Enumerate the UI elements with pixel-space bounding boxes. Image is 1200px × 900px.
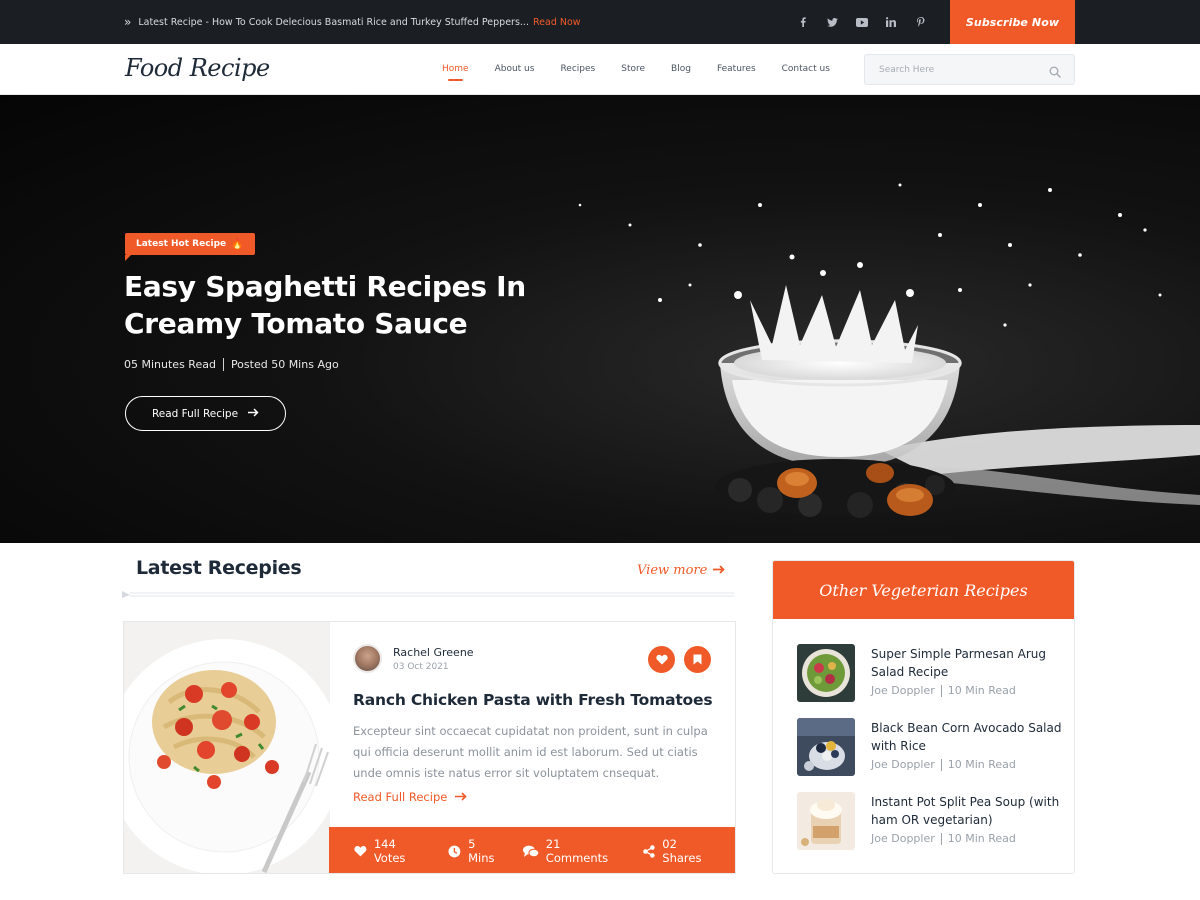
sidebar-recipe-title[interactable]: Super Simple Parmesan Arug Salad Recipe: [871, 645, 1067, 681]
posted-time: Posted 50 Mins Ago: [230, 358, 339, 371]
vegetarian-recipes-sidebar: Other Vegeterian Recipes Super Simple Pa…: [772, 560, 1075, 874]
social-links: [788, 13, 936, 31]
sidebar-recipe-item[interactable]: Black Bean Corn Avocado Salad with Rice …: [797, 718, 1067, 776]
salad-thumbnail: [797, 644, 855, 702]
comments-icon: [523, 845, 539, 857]
recipe-excerpt: Excepteur sint occaecat cupidatat non pr…: [353, 724, 708, 780]
arrow-right-icon: [455, 790, 467, 804]
sidebar-recipe-item[interactable]: Instant Pot Split Pea Soup (with ham OR …: [797, 792, 1067, 850]
nav-blog[interactable]: Blog: [671, 64, 691, 74]
votes-count: 144 Votes: [373, 837, 406, 865]
site-logo[interactable]: Food Recipe: [125, 54, 270, 82]
search-icon[interactable]: [1049, 63, 1061, 82]
recipe-read-time: 10 Min Read: [947, 832, 1016, 845]
nav-recipes[interactable]: Recipes: [560, 64, 595, 74]
news-text: Latest Recipe - How To Cook Delecious Ba…: [138, 16, 529, 28]
share-icon: [643, 844, 656, 858]
read-now-link[interactable]: Read Now: [533, 17, 581, 28]
post-date: 03 Oct 2021: [393, 661, 449, 672]
main-navbar: Food Recipe Home About us Recipes Store …: [0, 44, 1200, 95]
meta-divider: [940, 758, 942, 771]
sidebar-recipe-meta: Joe Doppler 10 Min Read: [871, 758, 1016, 771]
recipe-read-time: 10 Min Read: [947, 684, 1016, 697]
shares-stat[interactable]: 02 Shares: [643, 837, 719, 865]
search-input[interactable]: [879, 55, 1039, 84]
time-value: 5 Mins: [468, 837, 495, 865]
latest-news-ticker: » Latest Recipe - How To Cook Delecious …: [124, 0, 581, 44]
heart-icon: [354, 845, 367, 857]
time-stat: 5 Mins: [448, 837, 505, 865]
card-actions: [648, 646, 711, 673]
recipe-title[interactable]: Ranch Chicken Pasta with Fresh Tomatoes: [353, 691, 713, 709]
comments-count: 21 Comments: [545, 837, 609, 865]
top-bar: » Latest Recipe - How To Cook Delecious …: [0, 0, 1200, 44]
heart-icon[interactable]: [648, 646, 675, 673]
recipe-stats-bar: 144 Votes 5 Mins 21 Comments 02 Shares: [329, 827, 735, 873]
badge-label: Latest Hot Recipe: [136, 239, 227, 249]
search-box: [864, 54, 1075, 85]
recipe-author: Joe Doppler: [871, 758, 935, 771]
subscribe-button[interactable]: Subscribe Now: [950, 0, 1075, 44]
nav-store[interactable]: Store: [621, 64, 645, 74]
pea-soup-thumbnail: [797, 792, 855, 850]
twitter-icon[interactable]: [818, 13, 848, 31]
clock-icon: [448, 845, 461, 857]
pinterest-icon[interactable]: [906, 13, 936, 31]
meta-divider: [222, 358, 224, 371]
author-block[interactable]: Rachel Greene 03 Oct 2021: [353, 644, 474, 673]
section-divider: [122, 591, 734, 598]
view-more-label: View more: [637, 563, 708, 578]
sidebar-recipe-item[interactable]: Super Simple Parmesan Arug Salad Recipe …: [797, 644, 1067, 702]
nav-features[interactable]: Features: [717, 64, 756, 74]
fire-icon: 🔥: [231, 238, 244, 250]
main-menu: Home About us Recipes Store Blog Feature…: [430, 44, 830, 94]
arrow-right-icon: [713, 563, 726, 578]
sidebar-recipe-meta: Joe Doppler 10 Min Read: [871, 684, 1016, 697]
facebook-icon[interactable]: [788, 13, 818, 31]
sidebar-recipe-meta: Joe Doppler 10 Min Read: [871, 832, 1016, 845]
hero-meta: 05 Minutes Read Posted 50 Mins Ago: [124, 358, 339, 371]
read-full-recipe-label: Read Full Recipe: [151, 407, 239, 420]
shares-count: 02 Shares: [662, 837, 702, 865]
sidebar-recipe-title[interactable]: Instant Pot Split Pea Soup (with ham OR …: [871, 793, 1067, 829]
votes-stat[interactable]: 144 Votes: [354, 837, 430, 865]
avatar: [353, 644, 382, 673]
read-time: 05 Minutes Read: [124, 358, 216, 371]
author-name: Rachel Greene: [393, 645, 474, 659]
view-more-link[interactable]: View more: [637, 563, 726, 578]
nav-home[interactable]: Home: [442, 64, 469, 81]
meta-divider: [940, 832, 942, 845]
pasta-photo: [124, 622, 330, 873]
bookmark-icon[interactable]: [684, 646, 711, 673]
bean-salad-thumbnail: [797, 718, 855, 776]
sidebar-title: Other Vegeterian Recipes: [773, 561, 1074, 619]
linkedin-icon[interactable]: [877, 13, 907, 31]
comments-stat[interactable]: 21 Comments: [523, 837, 625, 865]
recipe-card[interactable]: Rachel Greene 03 Oct 2021 Ranch Chicken …: [123, 621, 736, 874]
read-full-recipe-link[interactable]: Read Full Recipe: [353, 790, 467, 804]
section-title: Latest Recepies: [136, 557, 302, 579]
read-more-label: Read Full Recipe: [353, 790, 448, 804]
recipe-read-time: 10 Min Read: [947, 758, 1016, 771]
hero-banner: Latest Hot Recipe 🔥 Easy Spaghetti Recip…: [0, 95, 1200, 543]
sidebar-recipe-title[interactable]: Black Bean Corn Avocado Salad with Rice: [871, 719, 1067, 755]
read-full-recipe-button[interactable]: Read Full Recipe: [125, 396, 286, 431]
youtube-icon[interactable]: [847, 13, 877, 31]
meta-divider: [940, 684, 942, 697]
arrow-right-icon: [248, 407, 259, 420]
hot-recipe-badge: Latest Hot Recipe 🔥: [125, 233, 255, 261]
nav-contact-us[interactable]: Contact us: [782, 64, 830, 74]
hero-title: Easy Spaghetti Recipes In Creamy Tomato …: [124, 270, 526, 340]
double-chevron-right-icon: »: [124, 15, 132, 29]
nav-about-us[interactable]: About us: [495, 64, 535, 74]
recipe-author: Joe Doppler: [871, 684, 935, 697]
recipe-author: Joe Doppler: [871, 832, 935, 845]
